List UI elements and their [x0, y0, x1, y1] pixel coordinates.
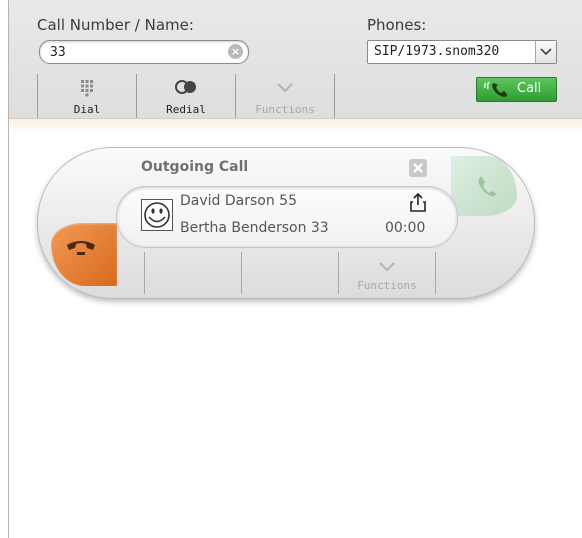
- call-button[interactable]: Call: [476, 77, 557, 102]
- call-label: Call: [517, 81, 542, 96]
- caller-name: David Darson 55: [180, 193, 297, 209]
- dial-button[interactable]: Dial: [37, 74, 137, 118]
- share-icon[interactable]: [409, 192, 427, 213]
- close-icon[interactable]: [409, 159, 427, 177]
- hangup-icon[interactable]: [51, 223, 117, 286]
- redial-button[interactable]: Redial: [137, 74, 236, 118]
- phone-select[interactable]: SIP/1973.snom320: [367, 40, 557, 64]
- redial-icon: [137, 79, 235, 97]
- callee-name: Bertha Benderson 33: [180, 220, 329, 236]
- call-action-slot-2[interactable]: [242, 252, 339, 294]
- phone-icon: [483, 80, 513, 99]
- phones-label: Phones:: [367, 16, 427, 34]
- main-toolbar: Dial Redial Functions: [37, 74, 335, 118]
- header-fade: [9, 119, 582, 133]
- call-number-input[interactable]: [50, 43, 220, 61]
- call-functions-label: Functions: [357, 279, 417, 292]
- call-title: Outgoing Call: [141, 159, 249, 175]
- call-info-panel: David Darson 55 Bertha Benderson 33 00:0…: [116, 186, 458, 248]
- functions-label: Functions: [255, 103, 315, 116]
- clear-icon[interactable]: ×: [228, 44, 243, 59]
- dialpad-icon: [38, 79, 136, 97]
- chevron-down-icon: [236, 79, 334, 97]
- smiley-icon: [141, 199, 173, 231]
- chevron-down-icon[interactable]: [535, 41, 556, 63]
- call-action-slot-1[interactable]: [144, 252, 242, 294]
- app-frame: Call Number / Name: Phones: × SIP/1973.s…: [8, 0, 582, 538]
- call-number-label: Call Number / Name:: [37, 16, 194, 34]
- call-widget: Outgoing Call David Darson 55 Bertha Ben…: [37, 147, 535, 299]
- phone-selected-value: SIP/1973.snom320: [374, 44, 500, 59]
- call-functions-button[interactable]: Functions: [339, 252, 436, 294]
- answer-icon[interactable]: [451, 156, 517, 216]
- chevron-down-icon: [339, 258, 435, 276]
- dial-label: Dial: [73, 103, 101, 116]
- call-actions-bar: Functions: [144, 252, 436, 294]
- call-timer: 00:00: [385, 220, 426, 236]
- functions-button[interactable]: Functions: [236, 74, 335, 118]
- call-number-field[interactable]: ×: [39, 40, 249, 64]
- top-panel: Call Number / Name: Phones: × SIP/1973.s…: [9, 0, 582, 119]
- redial-label: Redial: [166, 103, 206, 116]
